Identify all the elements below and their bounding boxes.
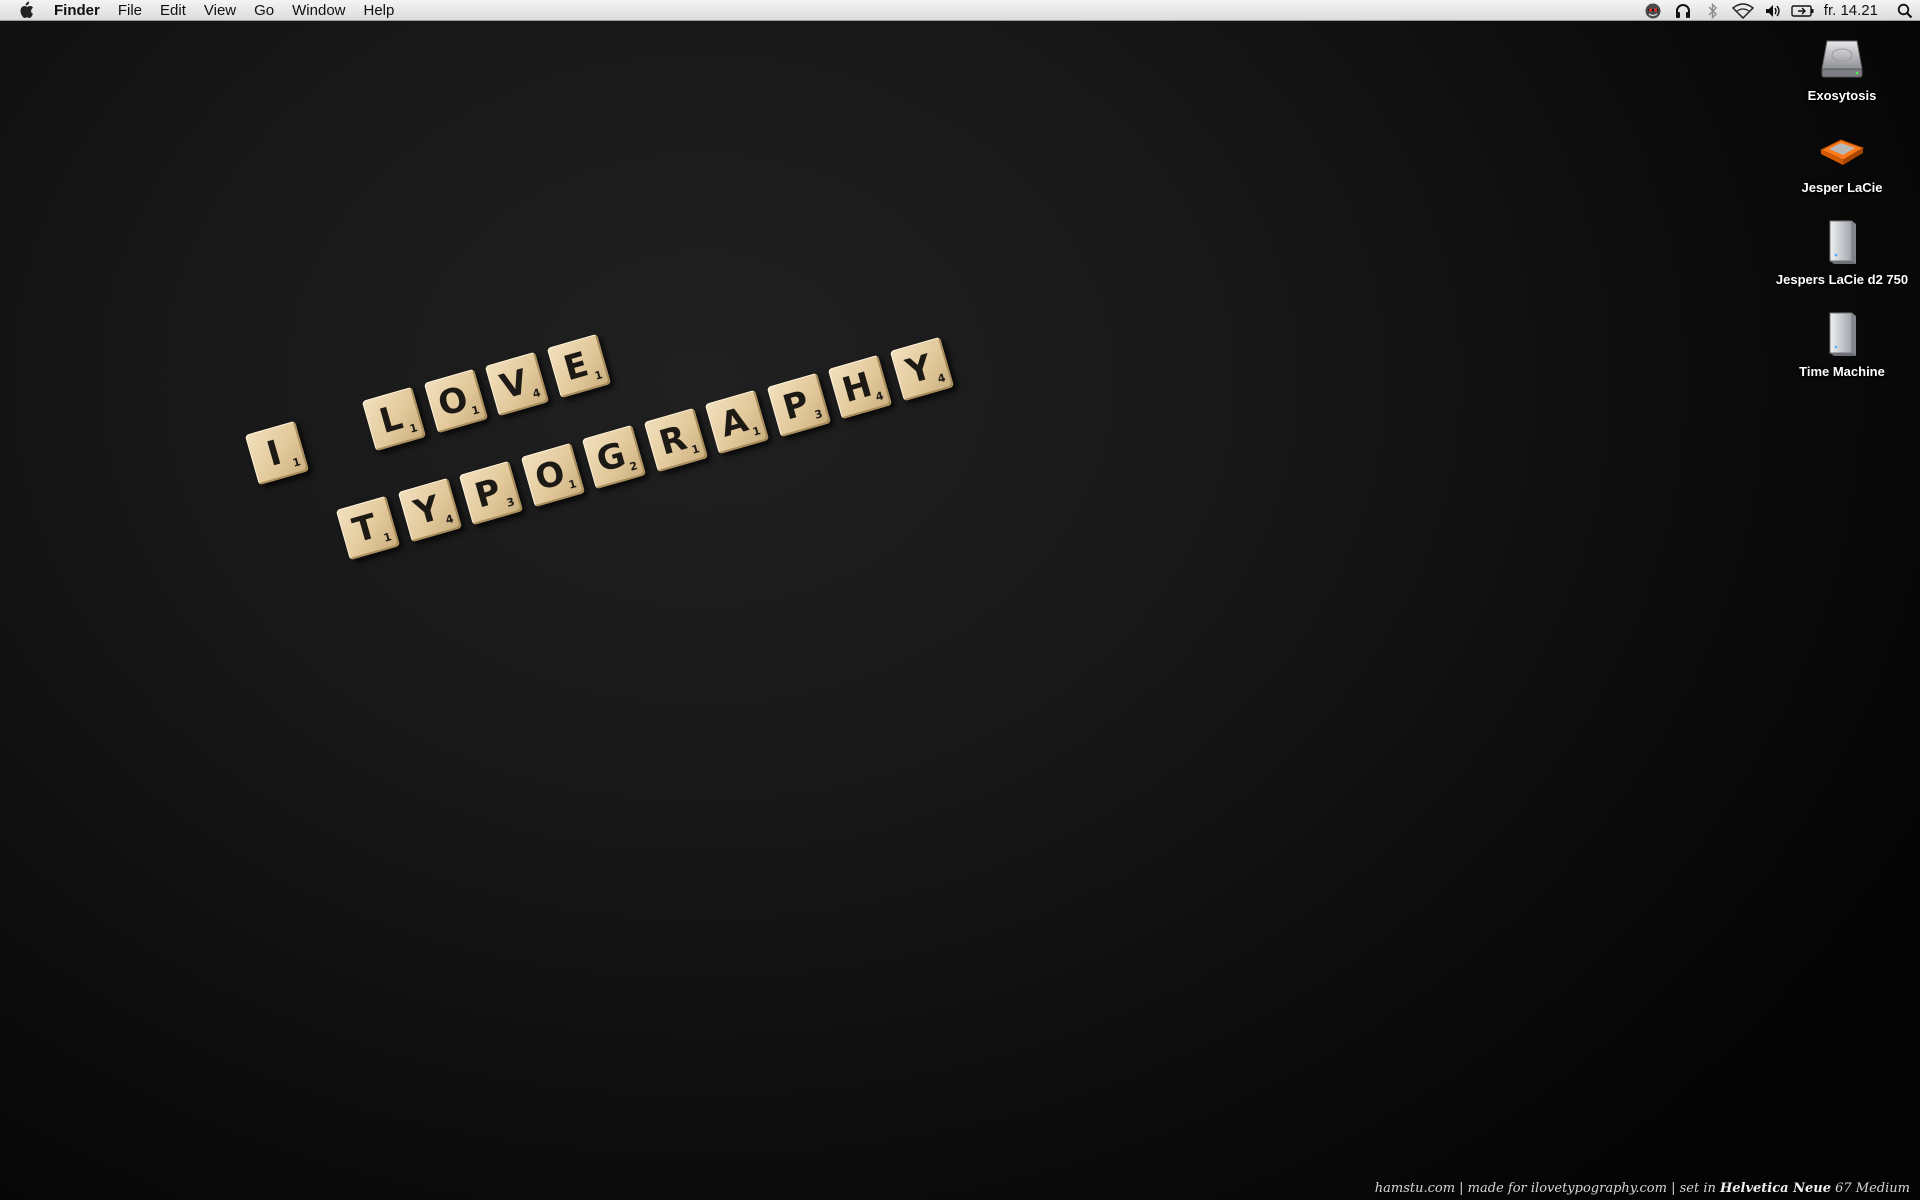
- scrabble-tile: I1: [244, 420, 310, 486]
- tile-letter: P: [470, 470, 506, 517]
- scrabble-tile: A1: [704, 389, 770, 455]
- menu-window[interactable]: Window: [283, 0, 354, 21]
- desktop-icon-label: Exosytosis: [1807, 88, 1877, 103]
- scrabble-tile: O1: [423, 369, 488, 434]
- tile-letter: V: [495, 361, 533, 408]
- tile-letter: E: [558, 344, 593, 390]
- menu-bar: Finder File Edit View Go Window Help fr.…: [0, 0, 1920, 21]
- scrabble-tile: H4: [827, 354, 893, 420]
- desktop-icon-label: Time Machine: [1799, 364, 1885, 379]
- tile-letter: A: [716, 400, 753, 446]
- desktop-icon-jesper-lacie[interactable]: Jesper LaCie: [1767, 122, 1917, 195]
- menu-help[interactable]: Help: [355, 0, 404, 21]
- desktop-icon-label: Jesper LaCie: [1801, 180, 1883, 195]
- battery-icon[interactable]: [1788, 0, 1818, 21]
- wallpaper-credit: hamstu.com | made for ilovetypography.co…: [1375, 1181, 1910, 1196]
- desktop-icon-label: Jespers LaCie d2 750: [1775, 272, 1909, 287]
- credit-font-name: Helvetica Neue: [1719, 1181, 1831, 1196]
- tile-letter: Y: [901, 347, 937, 393]
- bluetooth-icon[interactable]: [1698, 0, 1728, 21]
- tile-letter: G: [592, 435, 631, 482]
- menu-go[interactable]: Go: [245, 0, 283, 21]
- external-drive-icon: [1814, 122, 1870, 178]
- scrabble-tile: P3: [458, 460, 524, 525]
- tile-letter: R: [654, 417, 691, 464]
- tile-letter: P: [778, 382, 814, 428]
- volume-icon[interactable]: [1758, 0, 1788, 21]
- credit-text: hamstu.com | made for ilovetypography.co…: [1374, 1181, 1720, 1196]
- menu-clock[interactable]: fr. 14.21: [1818, 0, 1890, 21]
- scrabble-tile: O1: [520, 442, 585, 508]
- apple-menu-icon[interactable]: [0, 0, 52, 21]
- credit-font-weight: 67 Medium: [1831, 1181, 1910, 1196]
- scrabble-tile: L1: [361, 386, 427, 452]
- scrabble-tile: V4: [484, 351, 550, 416]
- tile-letter: T: [348, 506, 382, 552]
- menu-view[interactable]: View: [195, 0, 245, 21]
- scrabble-tile: T1: [335, 495, 401, 561]
- menu-edit[interactable]: Edit: [151, 0, 195, 21]
- spotlight-search-icon[interactable]: [1890, 0, 1920, 21]
- scrabble-tile: E1: [546, 333, 611, 399]
- menu-finder[interactable]: Finder: [52, 0, 109, 21]
- tile-letter: L: [375, 397, 408, 443]
- scrabble-tile: Y4: [397, 478, 462, 543]
- menu-file[interactable]: File: [109, 0, 151, 21]
- tile-letter: Y: [409, 488, 444, 534]
- scrabble-tile: Y4: [889, 337, 954, 402]
- headphones-icon[interactable]: [1668, 0, 1698, 21]
- tile-letter: H: [838, 364, 877, 411]
- tile-letter: O: [530, 452, 570, 500]
- drive-tower-icon: [1814, 214, 1870, 270]
- spy-icon[interactable]: [1638, 0, 1668, 21]
- tile-letter: I: [262, 432, 286, 475]
- desktop-icon-time-machine[interactable]: Time Machine: [1767, 306, 1917, 379]
- wifi-icon[interactable]: [1728, 0, 1758, 21]
- desktop-icon-jespers-lacie-d2-750[interactable]: Jespers LaCie d2 750: [1767, 214, 1917, 287]
- tile-letter: O: [433, 378, 473, 426]
- scrabble-tile: P3: [766, 372, 831, 437]
- scrabble-tile: G2: [581, 425, 647, 490]
- drive-tower-icon: [1814, 306, 1870, 362]
- desktop-icon-exosytosis[interactable]: Exosytosis: [1767, 30, 1917, 103]
- hard-drive-icon: [1814, 30, 1870, 86]
- scrabble-tile: R1: [643, 407, 708, 472]
